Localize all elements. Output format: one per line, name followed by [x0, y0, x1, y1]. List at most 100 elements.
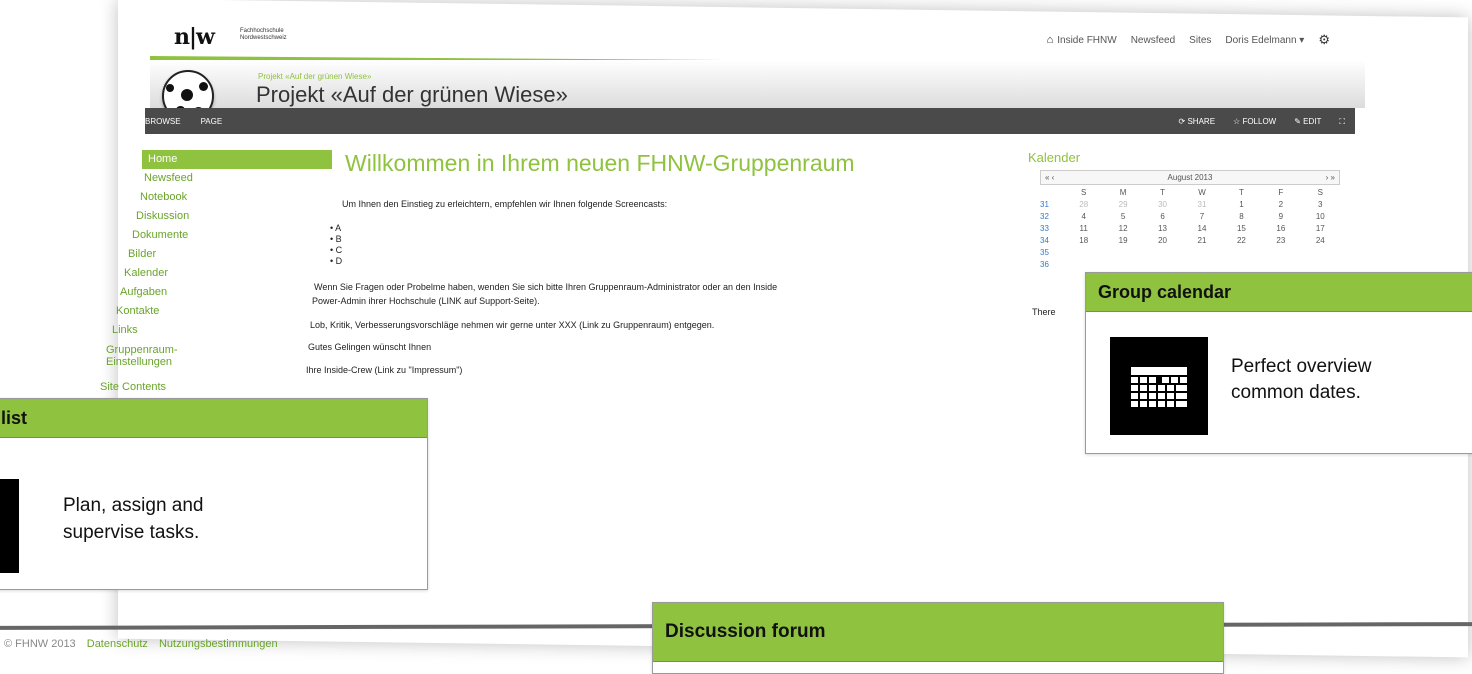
calendar-day[interactable]: 29	[1103, 200, 1142, 209]
week-number[interactable]: 33	[1040, 224, 1064, 233]
week-number[interactable]: 35	[1040, 248, 1064, 257]
edit-label: EDIT	[1303, 117, 1322, 126]
calendar-day[interactable]: 7	[1182, 212, 1221, 221]
footer-link-terms[interactable]: Nutzungsbestimmungen	[159, 638, 278, 650]
signature-paragraph: Ihre Inside-Crew (Link zu "Impressum")	[306, 365, 463, 375]
calendar-day[interactable]	[1064, 248, 1103, 257]
site-title[interactable]: Projekt «Auf der grünen Wiese»	[256, 82, 568, 108]
callout-title: list	[0, 399, 427, 438]
nav-item-dokumente[interactable]: Dokumente	[132, 226, 330, 245]
calendar-day[interactable]	[1143, 260, 1182, 269]
weekday-label: F	[1278, 188, 1284, 197]
calendar-day[interactable]	[1064, 260, 1103, 269]
follow-button[interactable]: ☆ FOLLOW	[1233, 117, 1276, 127]
calendar-day[interactable]: 11	[1064, 224, 1103, 233]
nav-item-kontakte[interactable]: Kontakte	[116, 302, 330, 321]
nav-item-settings[interactable]: Gruppenraum- Einstellungen	[106, 340, 330, 378]
nav-item-kalender[interactable]: Kalender	[124, 264, 330, 283]
calendar-day[interactable]: 13	[1143, 224, 1182, 233]
calendar-day[interactable]: 2	[1261, 200, 1300, 209]
callout-group-calendar: Group calendar Perfect overview common d…	[1085, 272, 1472, 454]
share-button[interactable]: ⟳ SHARE	[1179, 117, 1216, 127]
weekday-label: T	[1238, 188, 1244, 197]
nav-item-home[interactable]: Home	[142, 150, 332, 169]
nav-item-aufgaben[interactable]: Aufgaben	[120, 283, 330, 302]
calendar-day[interactable]: 12	[1103, 224, 1142, 233]
nav-newsfeed[interactable]: Newsfeed	[1131, 35, 1175, 46]
calendar-day[interactable]: 20	[1143, 236, 1182, 245]
calendar-day[interactable]: 17	[1301, 224, 1340, 233]
nav-item-diskussion[interactable]: Diskussion	[136, 207, 330, 226]
greeting-paragraph: Gutes Gelingen wünscht Ihnen	[308, 342, 432, 352]
calendar-day[interactable]: 8	[1222, 212, 1261, 221]
gear-icon[interactable]: ⚙	[1318, 32, 1330, 48]
calendar-day[interactable]: 10	[1301, 212, 1340, 221]
edit-button[interactable]: ✎ EDIT	[1294, 117, 1321, 127]
calendar-day[interactable]: 30	[1143, 200, 1182, 209]
follow-label: FOLLOW	[1242, 117, 1277, 126]
calendar-day[interactable]: 31	[1182, 200, 1221, 209]
calendar-day[interactable]: 1	[1222, 200, 1261, 209]
tab-browse[interactable]: BROWSE	[145, 117, 181, 126]
list-item[interactable]: • D	[330, 256, 342, 267]
nav-item-bilder[interactable]: Bilder	[128, 245, 330, 264]
calendar-prev-button[interactable]: « ‹	[1045, 173, 1054, 182]
fhnw-logo[interactable]: n|w	[174, 24, 215, 50]
calendar-day[interactable]: 14	[1182, 224, 1221, 233]
calendar-day[interactable]	[1222, 260, 1261, 269]
tab-page[interactable]: PAGE	[201, 117, 223, 126]
calendar-day[interactable]	[1103, 248, 1142, 257]
week-number[interactable]: 32	[1040, 212, 1064, 221]
calendar-day[interactable]: 4	[1064, 212, 1103, 221]
top-navigation: ⌂ Inside FHNW Newsfeed Sites Doris Edelm…	[1047, 32, 1330, 48]
site-breadcrumb[interactable]: Projekt «Auf der grünen Wiese»	[258, 72, 371, 81]
calendar-day[interactable]	[1182, 248, 1221, 257]
help-paragraph-line1: Wenn Sie Fragen oder Probelme haben, wen…	[314, 282, 778, 292]
calendar-day[interactable]: 22	[1222, 236, 1261, 245]
footer: © FHNW 2013 Datenschutz Nutzungsbestimmu…	[4, 638, 278, 650]
share-label: SHARE	[1187, 117, 1216, 126]
callout-text-line2: supervise tasks.	[63, 522, 200, 543]
help-paragraph-line2: Power-Admin ihrer Hochschule (LINK auf S…	[312, 296, 540, 306]
nav-item-notebook[interactable]: Notebook	[140, 188, 330, 207]
nav-inside-fhnw[interactable]: Inside FHNW	[1057, 35, 1116, 46]
focus-icon[interactable]: ⛶	[1339, 117, 1345, 127]
callout-text-line2: common dates.	[1231, 382, 1361, 403]
calendar-day[interactable]: 18	[1064, 236, 1103, 245]
calendar-day[interactable]: 21	[1182, 236, 1221, 245]
calendar-month-label: August 2013	[1167, 173, 1213, 182]
calendar-day[interactable]: 15	[1222, 224, 1261, 233]
logo-line-2: Nordwestschweiz	[240, 35, 287, 41]
calendar-day[interactable]: 23	[1261, 236, 1300, 245]
nav-item-links[interactable]: Links	[112, 321, 330, 340]
calendar-next-button[interactable]: › »	[1326, 173, 1335, 182]
footer-copyright: © FHNW 2013	[4, 638, 76, 650]
calendar-day[interactable]	[1261, 248, 1300, 257]
user-menu[interactable]: Doris Edelmann ▾	[1225, 35, 1304, 46]
calendar-day[interactable]	[1103, 260, 1142, 269]
calendar-day[interactable]	[1222, 248, 1261, 257]
calendar-day[interactable]: 6	[1143, 212, 1182, 221]
calendar-day[interactable]: 5	[1103, 212, 1142, 221]
calendar-day[interactable]: 24	[1301, 236, 1340, 245]
calendar-day[interactable]	[1182, 260, 1221, 269]
nav-sites[interactable]: Sites	[1189, 35, 1211, 46]
calendar-day[interactable]	[1301, 248, 1340, 257]
calendar-day[interactable]	[1261, 260, 1300, 269]
week-number[interactable]: 36	[1040, 260, 1064, 269]
week-number[interactable]: 34	[1040, 236, 1064, 245]
list-item[interactable]: • A	[330, 223, 342, 234]
calendar-day[interactable]: 3	[1301, 200, 1340, 209]
list-item[interactable]: • C	[330, 245, 342, 256]
list-item[interactable]: • B	[330, 234, 342, 245]
calendar-day[interactable]	[1143, 248, 1182, 257]
calendar-day[interactable]: 9	[1261, 212, 1300, 221]
calendar-day[interactable]	[1301, 260, 1340, 269]
nav-item-newsfeed[interactable]: Newsfeed	[144, 169, 330, 188]
calendar-day[interactable]: 16	[1261, 224, 1300, 233]
calendar-day[interactable]: 28	[1064, 200, 1103, 209]
calendar-day[interactable]: 19	[1103, 236, 1142, 245]
footer-link-privacy[interactable]: Datenschutz	[87, 638, 148, 650]
nav-item-site-contents[interactable]: Site Contents	[100, 378, 330, 397]
week-number[interactable]: 31	[1040, 200, 1064, 209]
